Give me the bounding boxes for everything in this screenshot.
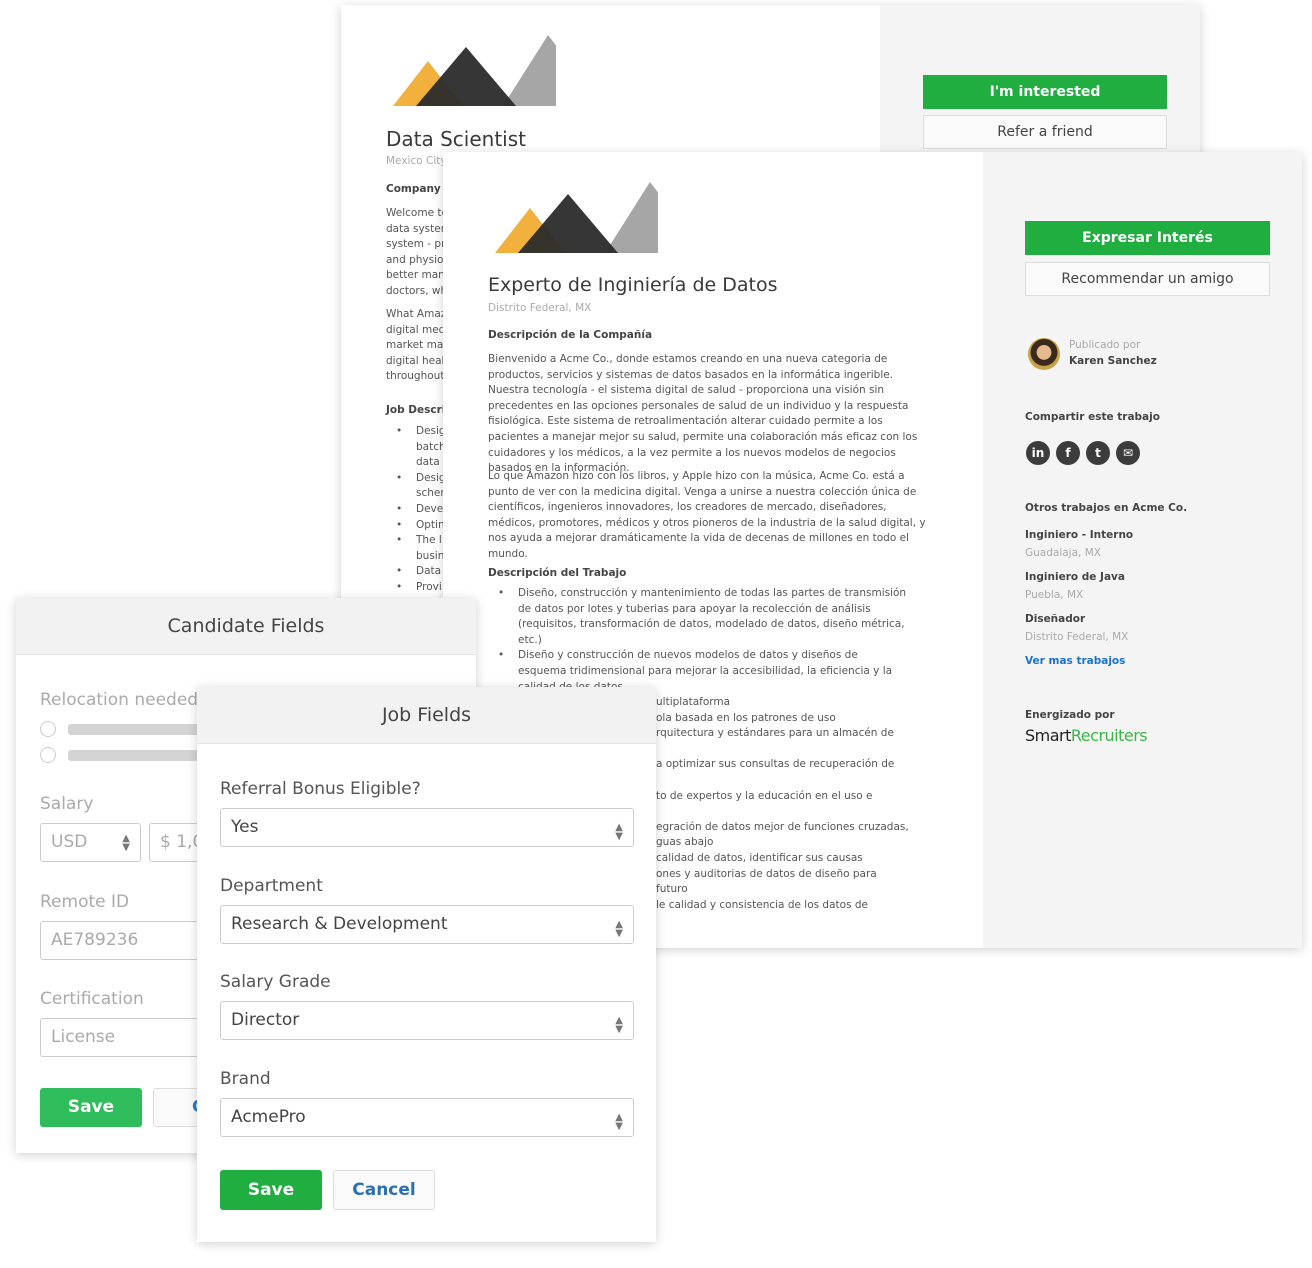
select-arrows-icon: ▲ ▼: [615, 1015, 623, 1035]
company-heading: Descripción de la Compañía: [488, 329, 653, 341]
powered-label: Energizado por: [1025, 709, 1115, 721]
field-label: Salary Grade: [220, 972, 331, 992]
facebook-icon[interactable]: f: [1056, 441, 1080, 465]
referral-bonus-select[interactable]: Yes ▲ ▼: [220, 808, 634, 847]
published-label: Publicado por: [1069, 339, 1141, 351]
twitter-icon[interactable]: t: [1086, 441, 1110, 465]
job-heading: Descripción del Trabajo: [488, 567, 627, 579]
job-bullets: Desigbatchdata Desigscher Devel Optin Th…: [386, 424, 446, 596]
other-jobs-list: Inginiero - Interno Guadalaja, MX Ingini…: [1025, 526, 1133, 670]
share-icons: in f t ✉: [1026, 441, 1146, 465]
job-fields-panel: Job Fields Referral Bonus Eligible? Yes ▲…: [197, 687, 656, 1242]
other-job-title[interactable]: Diseñador: [1025, 610, 1133, 628]
company-para-1: Welcome tc data systen system - pr and phys…: [386, 207, 448, 297]
job-location: Mexico City: [386, 155, 447, 167]
avatar: [1028, 338, 1060, 370]
refer-friend-button[interactable]: Refer a friend: [923, 115, 1167, 149]
publisher-name: Karen Sanchez: [1069, 355, 1157, 367]
field-label: Department: [220, 876, 323, 896]
radio-option[interactable]: [40, 721, 56, 737]
cancel-button[interactable]: Cancel: [333, 1170, 435, 1210]
select-arrows-icon: ▲ ▼: [615, 919, 623, 939]
company-logo: [493, 180, 658, 255]
panel-title: Job Fields: [197, 687, 656, 744]
salary-grade-select[interactable]: Director ▲ ▼: [220, 1001, 634, 1040]
field-label: Referral Bonus Eligible?: [220, 779, 421, 799]
field-label: Brand: [220, 1069, 271, 1089]
panel-title: Candidate Fields: [16, 598, 476, 655]
radio-option[interactable]: [40, 747, 56, 763]
express-interest-button[interactable]: Expresar Interés: [1025, 221, 1270, 255]
certification-label: Certification: [40, 989, 144, 1009]
interested-button[interactable]: I'm interested: [923, 75, 1167, 109]
other-job-location: Distrito Federal, MX: [1025, 631, 1129, 643]
job-location: Distrito Federal, MX: [488, 302, 592, 314]
other-job-location: Guadalaja, MX: [1025, 547, 1101, 559]
job-title: Experto de Inginiería de Datos: [488, 274, 778, 296]
relocation-label: Relocation needed: [40, 690, 199, 710]
linkedin-icon[interactable]: in: [1026, 441, 1050, 465]
recommend-friend-button[interactable]: Recommendar un amigo: [1025, 262, 1270, 296]
job-bullet-fragments: ultiplataforma ola basada en los patrones…: [656, 696, 909, 911]
select-arrows-icon: ▲ ▼: [615, 822, 623, 842]
job-heading: Job Descri: [386, 404, 446, 416]
salary-label: Salary: [40, 794, 94, 814]
other-jobs-heading: Otros trabajos en Acme Co.: [1025, 502, 1188, 514]
brand-select[interactable]: AcmePro ▲ ▼: [220, 1098, 634, 1137]
email-icon[interactable]: ✉: [1116, 441, 1140, 465]
company-para-1: Bienvenido a Acme Co., donde estamos cre…: [488, 353, 918, 475]
other-job-location: Puebla, MX: [1025, 589, 1084, 601]
remote-id-label: Remote ID: [40, 892, 130, 912]
company-logo: [391, 33, 556, 108]
other-job-title[interactable]: Inginiero de Java: [1025, 568, 1133, 586]
select-arrows-icon: ▲ ▼: [615, 1112, 623, 1132]
department-select[interactable]: Research & Development ▲ ▼: [220, 905, 634, 944]
select-arrows-icon: ▲ ▼: [122, 833, 130, 853]
other-job-title[interactable]: Inginiero - Interno: [1025, 526, 1133, 544]
more-jobs-link[interactable]: Ver mas trabajos: [1025, 652, 1133, 670]
job-bullets: Diseño, construcción y mantenimiento de …: [488, 586, 908, 695]
smartrecruiters-logo: SmartRecruiters: [1025, 726, 1148, 745]
save-button[interactable]: Save: [220, 1170, 322, 1210]
currency-select[interactable]: USD ▲ ▼: [40, 823, 141, 862]
job-title: Data Scientist: [386, 127, 526, 151]
save-button[interactable]: Save: [40, 1088, 142, 1127]
share-heading: Compartir este trabajo: [1025, 411, 1160, 423]
company-para-2: What Amaz digital med market mal digital he…: [386, 308, 447, 383]
company-para-2: Lo que Amazon hizo con los libros, y App…: [488, 470, 926, 560]
